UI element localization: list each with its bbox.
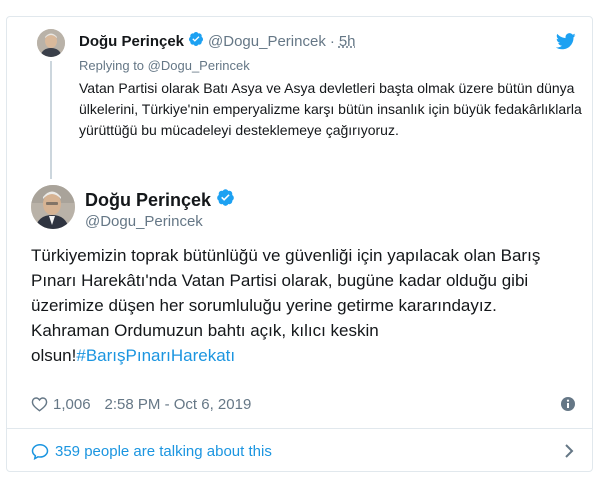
- tweet-embed-card: Doğu Perinçek @Dogu_Perincek · 5h Replyi…: [6, 16, 593, 472]
- main-author-name-row[interactable]: Doğu Perinçek: [85, 188, 235, 212]
- conversation-link[interactable]: 359 people are talking about this: [31, 437, 576, 465]
- hashtag-link[interactable]: #BarışPınarıHarekatı: [76, 346, 235, 365]
- main-tweet-text: Türkiyemizin toprak bütünlüğü ve güvenli…: [31, 243, 579, 368]
- parent-handle[interactable]: @Dogu_Perincek: [208, 33, 326, 50]
- twitter-bird-icon[interactable]: [556, 33, 576, 50]
- parent-timestamp-link[interactable]: 5h: [339, 33, 356, 50]
- conversation-label[interactable]: 359 people are talking about this: [55, 443, 272, 460]
- main-handle[interactable]: @Dogu_Perincek: [85, 213, 203, 230]
- like-button[interactable]: 1,006: [31, 396, 91, 413]
- avatar-portrait-icon: [37, 29, 65, 57]
- verified-badge-icon: [188, 31, 204, 52]
- thread-connector-line: [50, 61, 52, 179]
- parent-tweet-text: Vatan Partisi olarak Batı Asya ve Asya d…: [79, 80, 582, 138]
- parent-avatar[interactable]: [37, 29, 65, 57]
- tweet-timestamp-link[interactable]: 2:58 PM - Oct 6, 2019: [105, 396, 252, 413]
- replying-to-prefix: Replying to: [79, 58, 145, 73]
- main-avatar[interactable]: [31, 185, 75, 229]
- tweet-meta-row: 1,006 2:58 PM - Oct 6, 2019: [31, 394, 576, 414]
- parent-tweet-header: Doğu Perinçek @Dogu_Perincek · 5h: [79, 31, 356, 51]
- replying-to-handle-link[interactable]: @Dogu_Perincek: [148, 58, 250, 73]
- verified-badge-icon: [216, 188, 235, 212]
- speech-bubble-icon: [31, 443, 49, 460]
- replying-to-line: Replying to @Dogu_Perincek: [79, 58, 250, 73]
- chevron-right-icon[interactable]: [562, 443, 576, 459]
- info-icon[interactable]: [560, 396, 576, 412]
- avatar-portrait-icon: [31, 185, 75, 229]
- main-author-name[interactable]: Doğu Perinçek: [85, 190, 211, 211]
- parent-tweet[interactable]: Doğu Perinçek @Dogu_Perincek · 5h Replyi…: [7, 17, 592, 179]
- parent-author-name[interactable]: Doğu Perinçek: [79, 33, 184, 50]
- heart-icon: [31, 397, 48, 412]
- divider: [7, 428, 592, 429]
- header-separator: ·: [329, 32, 335, 50]
- like-count: 1,006: [53, 395, 91, 413]
